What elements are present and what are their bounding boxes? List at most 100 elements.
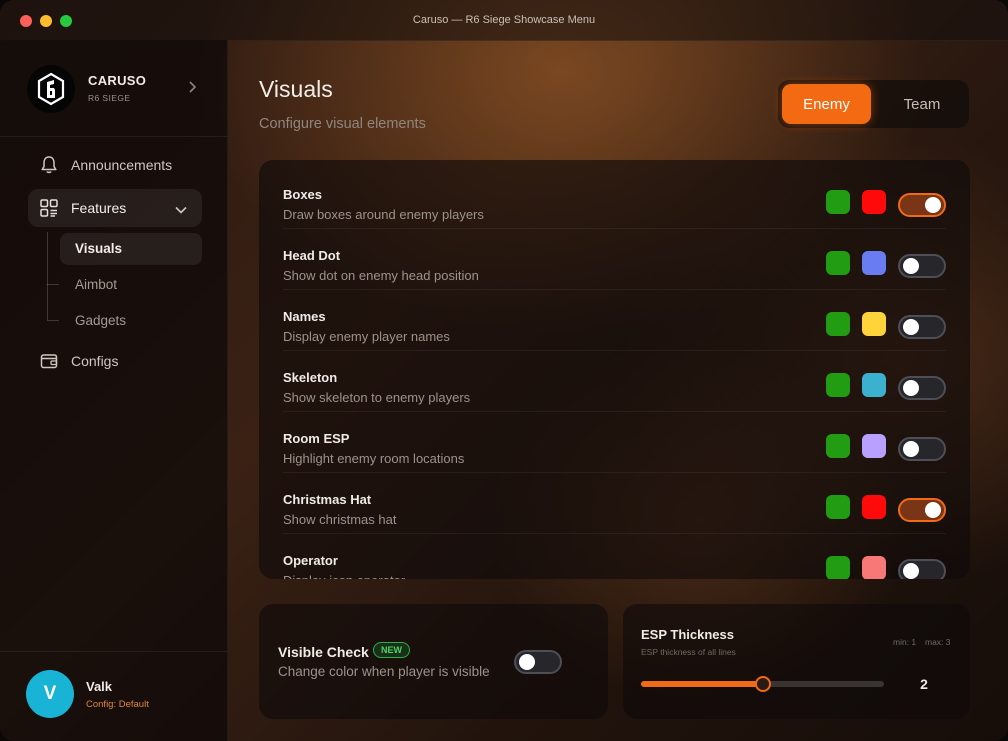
tab-team[interactable]: Team (879, 84, 965, 124)
wallet-icon (39, 351, 59, 371)
visible-color-swatch[interactable] (826, 190, 850, 214)
user-name: Valk (86, 679, 113, 694)
sidebar-item-label: Announcements (71, 157, 173, 173)
feature-toggle[interactable] (898, 315, 946, 339)
visible-color-swatch[interactable] (826, 373, 850, 397)
sidebar-subitem-label: Gadgets (75, 313, 127, 328)
feature-description: Display enemy player names (283, 329, 450, 344)
feature-toggle[interactable] (898, 376, 946, 400)
hidden-color-swatch[interactable] (862, 434, 886, 458)
brand-name: CARUSO (88, 73, 147, 88)
app-window: Caruso — R6 Siege Showcase Menu CARUSO R… (0, 0, 1008, 741)
esp-thickness-description: ESP thickness of all lines (641, 647, 736, 657)
feature-toggle[interactable] (898, 498, 946, 522)
visible-color-swatch[interactable] (826, 312, 850, 336)
sidebar-item-announcements[interactable]: Announcements (28, 146, 202, 184)
visible-color-swatch[interactable] (826, 556, 850, 579)
brand-subtitle: R6 SIEGE (88, 93, 131, 103)
sidebar-item-label: Configs (71, 353, 119, 369)
grid-icon (39, 198, 59, 218)
sidebar-subitem-aimbot[interactable]: Aimbot (60, 269, 202, 301)
title-bar: Caruso — R6 Siege Showcase Menu (0, 0, 1008, 41)
feature-toggle[interactable] (898, 254, 946, 278)
new-badge: NEW (373, 642, 410, 658)
feature-row: Names Display enemy player names (259, 290, 970, 351)
sidebar-subitem-visuals[interactable]: Visuals (60, 233, 202, 265)
slider-max-label: max: 3 (925, 637, 951, 647)
feature-toggle[interactable] (898, 437, 946, 461)
feature-name: Room ESP (283, 431, 350, 446)
toggle-knob (925, 502, 941, 518)
slider-min-label: min: 1 (893, 637, 917, 647)
hidden-color-swatch[interactable] (862, 556, 886, 579)
toggle-knob (903, 441, 919, 457)
sidebar: CARUSO R6 SIEGE Announcements Features V… (0, 40, 228, 741)
esp-thickness-title: ESP Thickness (641, 627, 734, 642)
tree-connector (47, 320, 59, 321)
sidebar-subitem-label: Visuals (75, 241, 123, 256)
visible-color-swatch[interactable] (826, 434, 850, 458)
window-title: Caruso — R6 Siege Showcase Menu (412, 14, 596, 26)
feature-name: Christmas Hat (283, 492, 372, 507)
feature-row: Boxes Draw boxes around enemy players (259, 168, 970, 229)
feature-toggle[interactable] (898, 193, 946, 217)
feature-row: Operator Display icon operator (259, 534, 970, 579)
feature-name: Names (283, 309, 326, 324)
hidden-color-swatch[interactable] (862, 495, 886, 519)
toggle-knob (903, 380, 919, 396)
feature-name: Boxes (283, 187, 323, 202)
sidebar-item-label: Features (71, 200, 127, 216)
visible-check-description: Change color when player is visible (278, 664, 490, 679)
tab-enemy[interactable]: Enemy (782, 84, 871, 124)
sidebar-item-features[interactable]: Features (28, 189, 202, 227)
toggle-knob (925, 197, 941, 213)
feature-name: Head Dot (283, 248, 341, 263)
feature-row: Christmas Hat Show christmas hat (259, 473, 970, 534)
feature-description: Show dot on enemy head position (283, 268, 479, 283)
brand-switcher[interactable]: CARUSO R6 SIEGE (27, 65, 217, 115)
target-tab-switch: Enemy Team (778, 80, 969, 128)
hidden-color-swatch[interactable] (862, 190, 886, 214)
hidden-color-swatch[interactable] (862, 312, 886, 336)
feature-description: Show christmas hat (283, 512, 397, 527)
feature-row: Head Dot Show dot on enemy head position (259, 229, 970, 290)
feature-toggle[interactable] (898, 559, 946, 579)
feature-name: Skeleton (283, 370, 338, 385)
esp-thickness-panel: ESP Thickness ESP thickness of all lines… (623, 604, 970, 719)
toggle-knob (903, 319, 919, 335)
feature-row: Room ESP Highlight enemy room locations (259, 412, 970, 473)
feature-name: Operator (283, 553, 338, 568)
sidebar-item-configs[interactable]: Configs (28, 342, 202, 380)
feature-description: Display icon operator (283, 573, 405, 579)
feature-description: Highlight enemy room locations (283, 451, 465, 466)
visible-color-swatch[interactable] (826, 251, 850, 275)
feature-row: Skeleton Show skeleton to enemy players (259, 351, 970, 412)
feature-description: Draw boxes around enemy players (283, 207, 484, 222)
feature-list: Boxes Draw boxes around enemy players Head… (259, 160, 970, 579)
bell-icon (39, 155, 59, 175)
toggle-knob (519, 654, 535, 670)
sidebar-subitem-label: Aimbot (75, 277, 118, 292)
visible-color-swatch[interactable] (826, 495, 850, 519)
sidebar-divider (0, 136, 227, 137)
tree-connector (47, 284, 59, 285)
visible-check-panel: Visible Check NEW Change color when play… (259, 604, 608, 719)
sidebar-subitem-gadgets[interactable]: Gadgets (60, 305, 202, 337)
visible-check-title: Visible Check (278, 644, 369, 660)
user-profile[interactable]: V Valk Config: Default (0, 651, 227, 741)
feature-description: Show skeleton to enemy players (283, 390, 471, 405)
slider-fill (641, 681, 763, 687)
hidden-color-swatch[interactable] (862, 373, 886, 397)
chevron-down-icon (174, 202, 188, 220)
hidden-color-swatch[interactable] (862, 251, 886, 275)
slider-thumb[interactable] (754, 676, 771, 692)
tree-connector (47, 232, 48, 320)
user-config-label: Config: Default (86, 699, 149, 710)
r6-logo-icon (27, 65, 75, 113)
chevron-right-icon (187, 80, 197, 99)
page-title: Visuals (259, 76, 333, 102)
esp-thickness-slider[interactable] (641, 676, 884, 692)
toggle-knob (903, 258, 919, 274)
visible-check-toggle[interactable] (514, 650, 562, 674)
avatar: V (26, 670, 74, 718)
